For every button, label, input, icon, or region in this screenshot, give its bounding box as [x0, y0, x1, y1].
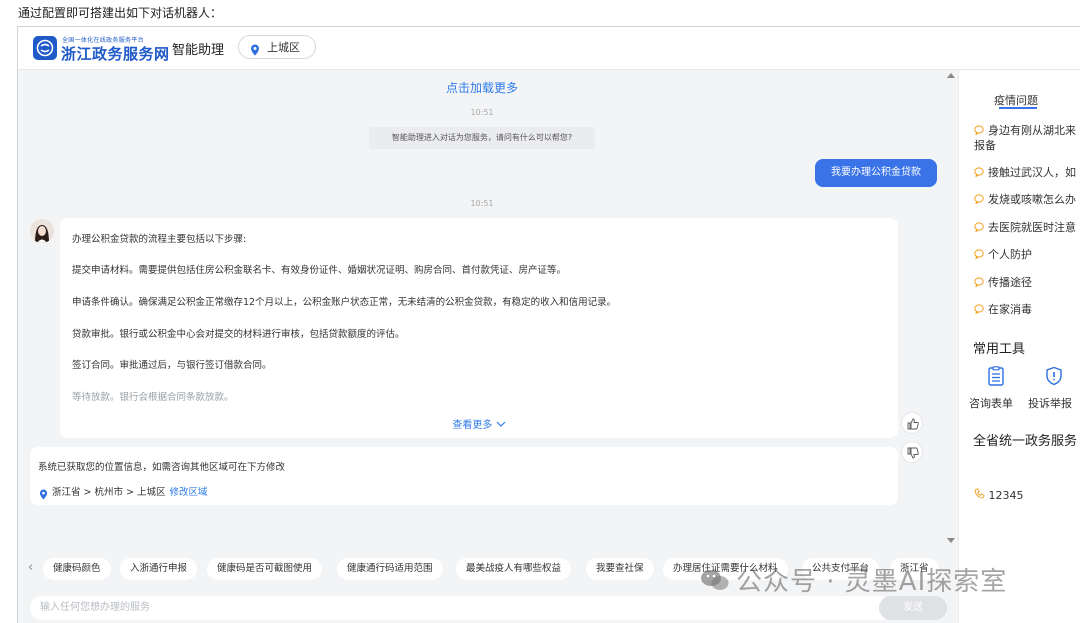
phone-icon	[974, 488, 985, 502]
send-button[interactable]: 发送	[879, 596, 947, 620]
chat-bubble-icon	[974, 193, 984, 208]
location-path-text: 浙江省 > 杭州市 > 上城区	[52, 487, 166, 498]
consult-form-icon[interactable]	[987, 366, 1005, 389]
location-card: 系统已获取您的位置信息，如需咨询其他区域可在下方修改 浙江省 > 杭州市 > 上…	[30, 447, 898, 505]
chat-bubble-icon	[974, 303, 984, 318]
faq-item[interactable]: 传播途径	[974, 275, 1032, 291]
watermark: 公众号 · 灵墨AI探索室	[700, 561, 1007, 599]
chat-bubble-icon	[974, 248, 984, 263]
location-pin-icon	[39, 485, 48, 504]
faq-item[interactable]: 在家消毒	[974, 302, 1032, 318]
faq-label: 身边有刚从湖北来	[988, 124, 1076, 137]
message-input[interactable]: 输入任何您想办理的服务	[30, 596, 892, 620]
bot-answer-card: 办理公积金贷款的流程主要包括以下步骤: 提交申请材料。需要提供包括住房公积金联名…	[60, 218, 898, 438]
consult-form-label[interactable]: 咨询表单	[969, 395, 1013, 411]
faq-item[interactable]: 接触过武汉人，如	[974, 165, 1076, 181]
thumbs-up-button[interactable]	[901, 412, 923, 434]
chat-bubble-icon	[974, 124, 984, 139]
faq-item[interactable]: 身边有刚从湖北来	[974, 123, 1076, 139]
modify-region-link[interactable]: 修改区域	[170, 487, 208, 498]
chat-area[interactable]: 点击加载更多 10:51 智能助理进入对话为您服务，请问有什么可以帮您? 我要办…	[18, 70, 946, 546]
faq-label: 发烧或咳嗽怎么办	[988, 193, 1076, 206]
tools-section-title: 常用工具	[973, 342, 1026, 357]
faq-label: 接触过武汉人，如	[988, 166, 1076, 179]
bot-avatar	[30, 219, 54, 243]
faq-item-continuation[interactable]: 报备	[974, 138, 996, 153]
region-label: 上城区	[267, 41, 300, 54]
header-bar: 全国一体化在线政务服务平台 浙江政务服务网 智能助理 上城区	[18, 27, 1080, 70]
quick-reply-chip[interactable]: 我要查社保	[586, 558, 654, 580]
page-caption: 通过配置即可搭建出如下对话机器人：	[18, 6, 223, 20]
region-selector[interactable]: 上城区	[238, 35, 316, 59]
answer-line: 签订合同。审批通过后，与银行签订借款合同。	[72, 360, 272, 371]
faq-item[interactable]: 个人防护	[974, 247, 1032, 263]
faq-item[interactable]: 发烧或咳嗽怎么办	[974, 192, 1076, 208]
chevron-left-icon[interactable]: ‹	[28, 560, 33, 575]
timestamp: 10:51	[470, 108, 494, 117]
see-more-button[interactable]: 查看更多	[60, 416, 898, 431]
quick-reply-chip[interactable]: 健康码是否可截图使用	[207, 558, 323, 580]
quick-reply-chip[interactable]: 最美战疫人有哪些权益	[456, 558, 572, 580]
watermark-text: 公众号 · 灵墨AI探索室	[736, 567, 1008, 597]
answer-line: 提交申请材料。需要提供包括住房公积金联名卡、有效身份证件、婚姻状况证明、购房合同…	[72, 265, 567, 276]
quick-reply-chip[interactable]: 入浙通行申报	[120, 558, 198, 580]
scroll-up-arrow-icon[interactable]	[947, 73, 955, 78]
logo-title: 浙江政务服务网	[61, 45, 170, 63]
answer-line: 等待放款。银行会根据合同条款放款。	[72, 392, 234, 403]
location-pin-icon	[250, 41, 260, 65]
faq-item[interactable]: 去医院就医时注意	[974, 220, 1076, 236]
right-panel: 疫情问题 身边有刚从湖北来 报备 接触过武汉人，如 发烧或咳嗽怎么办 去医院就医…	[958, 70, 1080, 623]
hotline-number: 12345	[988, 489, 1024, 502]
active-tab-indicator	[999, 107, 1037, 109]
thumbs-down-icon	[907, 447, 919, 459]
load-more-link[interactable]: 点击加载更多	[18, 79, 946, 96]
hotline-section-title: 全省统一政务服务	[973, 434, 1078, 449]
zhejiang-logo-icon	[33, 36, 57, 60]
complaint-report-label[interactable]: 投诉举报	[1028, 395, 1072, 411]
quick-reply-chip[interactable]: 健康通行码适用范围	[337, 558, 443, 580]
wechat-icon	[700, 568, 730, 599]
see-more-label: 查看更多	[452, 420, 493, 431]
chat-bubble-icon	[974, 166, 984, 181]
faq-label: 传播途径	[988, 276, 1032, 289]
location-path: 浙江省 > 杭州市 > 上城区 修改区域	[52, 484, 208, 498]
answer-line: 办理公积金贷款的流程主要包括以下步骤:	[72, 234, 247, 245]
app-title: 智能助理	[172, 43, 225, 58]
user-message: 我要办理公积金贷款	[815, 159, 937, 187]
chevron-down-icon	[496, 420, 506, 431]
quick-reply-chip[interactable]: 健康码颜色	[43, 558, 111, 580]
location-message: 系统已获取您的位置信息，如需咨询其他区域可在下方修改	[38, 462, 286, 473]
faq-label: 去医院就医时注意	[988, 221, 1076, 234]
report-shield-icon[interactable]	[1045, 366, 1063, 389]
chat-bubble-icon	[974, 276, 984, 291]
tab-epidemic-questions[interactable]: 疫情问题	[994, 92, 1038, 108]
answer-line: 贷款审批。银行或公积金中心会对提交的材料进行审核，包括贷款额度的评估。	[72, 329, 405, 340]
hotline[interactable]: 12345	[974, 488, 1024, 502]
thumbs-down-button[interactable]	[901, 441, 923, 463]
thumbs-up-icon	[907, 418, 919, 430]
chat-bubble-icon	[974, 221, 984, 236]
chatbot-window: 全国一体化在线政务服务平台 浙江政务服务网 智能助理 上城区 点击加载更多 10…	[17, 26, 1080, 623]
answer-line: 申请条件确认。确保满足公积金正常缴存12个月以上，公积金账户状态正常，无未结清的…	[72, 297, 617, 308]
faq-label: 在家消毒	[988, 303, 1032, 316]
faq-label: 个人防护	[988, 248, 1032, 261]
system-message: 智能助理进入对话为您服务，请问有什么可以帮您?	[369, 127, 595, 149]
timestamp: 10:51	[470, 199, 494, 208]
scroll-down-arrow-icon[interactable]	[947, 538, 955, 543]
chat-scrollbar[interactable]	[946, 70, 956, 546]
